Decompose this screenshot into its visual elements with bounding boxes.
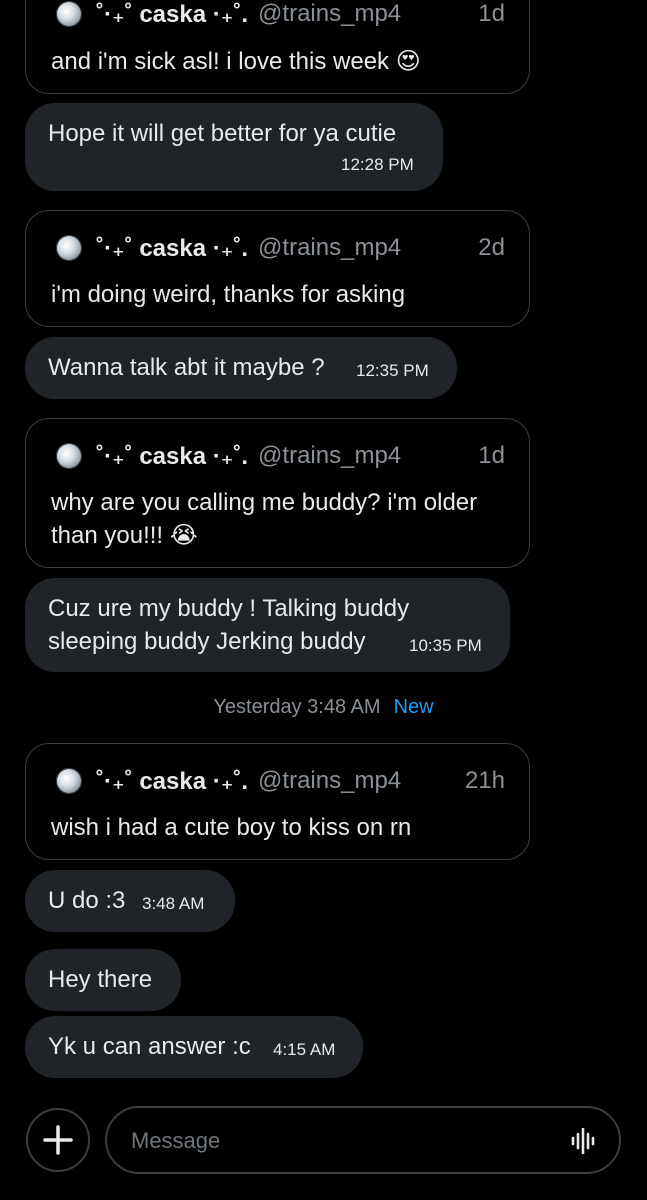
voice-wave-icon [571,1127,595,1155]
voice-message-button[interactable] [571,1127,597,1159]
author-display-name: ˚·₊˚ caska ·₊˚. [96,442,249,470]
author-display-name: ˚·₊˚ caska ·₊˚. [96,767,249,795]
quoted-post-text: i'm doing weird, thanks for asking [51,281,406,308]
message-text: Cuz ure my buddy ! Talking buddy [48,595,410,622]
message-bubble[interactable]: Hey there [25,949,181,1011]
post-age: 21h [464,767,505,794]
message-bubble[interactable]: U do :3 3:48 AM [25,870,235,932]
quoted-post[interactable]: ˚·₊˚ caska ·₊˚. @trains_mp4 21h wish i h… [25,743,530,860]
message-text: U do :3 [48,887,126,914]
message-bubble[interactable]: Cuz ure my buddy ! Talking buddy sleepin… [25,578,510,672]
quoted-post-header: ˚·₊˚ caska ·₊˚. @trains_mp4 1d [56,441,505,471]
message-bubble[interactable]: Yk u can answer :c 4:15 AM [25,1016,363,1078]
avatar [56,768,82,794]
message-text: Hope it will get better for ya cutie [48,120,397,147]
author-handle: @trains_mp4 [258,442,402,469]
quoted-post-line: why are you calling me buddy? i'm older [51,489,478,516]
avatar [56,443,82,469]
post-age: 2d [478,234,505,261]
message-placeholder: Message [131,1128,221,1153]
author-handle: @trains_mp4 [258,0,402,27]
plus-icon [43,1125,73,1155]
message-timestamp: 4:15 AM [273,1040,336,1059]
quoted-post-text: why are you calling me buddy? i'm older … [51,486,507,552]
message-timestamp: 12:35 PM [356,361,429,380]
quoted-post[interactable]: ˚·₊˚ caska ·₊˚. @trains_mp4 1d and i'm s… [25,0,530,94]
divider-timestamp: Yesterday 3:48 AM [213,695,381,718]
new-messages-badge: New [393,695,434,718]
avatar [56,1,82,27]
post-age: 1d [478,442,505,469]
quoted-post-header: ˚·₊˚ caska ·₊˚. @trains_mp4 21h [56,766,505,796]
dm-conversation: ˚·₊˚ caska ·₊˚. @trains_mp4 1d and i'm s… [0,0,647,1200]
quoted-post[interactable]: ˚·₊˚ caska ·₊˚. @trains_mp4 2d i'm doing… [25,210,530,327]
date-divider: Yesterday 3:48 AM New [0,694,647,720]
message-timestamp: 3:48 AM [142,894,205,913]
message-bubble[interactable]: Hope it will get better for ya cutie 12:… [25,103,443,191]
author-handle: @trains_mp4 [258,767,402,794]
message-timestamp: 10:35 PM [409,636,482,655]
quoted-post-line: than you!!! 😭 [51,522,198,549]
message-text: Yk u can answer :c [48,1033,251,1060]
quoted-post-text: wish i had a cute boy to kiss on rn [51,814,412,841]
author-display-name: ˚·₊˚ caska ·₊˚. [96,0,249,28]
post-age: 1d [478,0,505,27]
message-text: sleeping buddy Jerking buddy [48,628,366,655]
quoted-post[interactable]: ˚·₊˚ caska ·₊˚. @trains_mp4 1d why are y… [25,418,530,568]
avatar [56,235,82,261]
message-text: Wanna talk abt it maybe ? [48,354,325,381]
add-attachment-button[interactable] [26,1108,90,1172]
message-bubble[interactable]: Wanna talk abt it maybe ? 12:35 PM [25,337,457,399]
message-text: Hey there [48,966,153,993]
message-input[interactable]: Message [105,1106,621,1174]
message-timestamp: 12:28 PM [341,155,414,174]
quoted-post-header: ˚·₊˚ caska ·₊˚. @trains_mp4 2d [56,233,505,263]
quoted-post-text: and i'm sick asl! i love this week 😍 [51,48,421,75]
quoted-post-header: ˚·₊˚ caska ·₊˚. @trains_mp4 1d [56,0,505,29]
author-display-name: ˚·₊˚ caska ·₊˚. [96,234,249,262]
author-handle: @trains_mp4 [258,234,402,261]
